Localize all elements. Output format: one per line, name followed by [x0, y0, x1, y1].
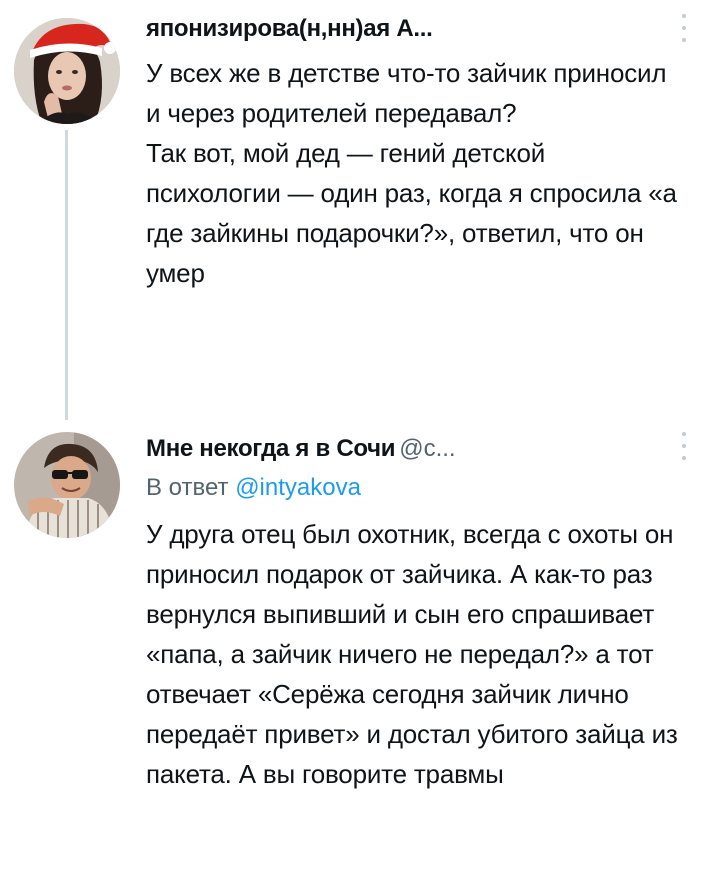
- avatar-user-1[interactable]: [14, 18, 120, 124]
- more-options-icon[interactable]: [678, 14, 690, 42]
- tweet-header: японизирова(н,нн)ая А...: [146, 12, 680, 46]
- reply-to-line: В ответ @intyakova: [146, 470, 680, 506]
- reply-to-mention-link[interactable]: @intyakova: [235, 474, 361, 501]
- display-name[interactable]: японизирова(н,нн)ая А...: [146, 15, 433, 42]
- tweet-text: У друга отец был охотник, всегда с охоты…: [146, 514, 680, 794]
- tweet-text: У всех же в детстве что-то зайчик принос…: [146, 53, 680, 293]
- tweet-content: японизирова(н,нн)ая А... У всех же в дет…: [146, 12, 680, 293]
- tweet-paragraph: У друга отец был охотник, всегда с охоты…: [146, 519, 678, 789]
- sunglasses-man-avatar-icon: [14, 432, 120, 538]
- thread-connector-line: [65, 130, 68, 420]
- santa-hat-avatar-icon: [14, 18, 120, 124]
- tweet-header: Мне некогда я в Сочи @с...: [146, 432, 680, 466]
- tweet-paragraph: У всех же в детстве что-то зайчик принос…: [146, 58, 667, 128]
- display-name[interactable]: Мне некогда я в Сочи: [146, 435, 396, 462]
- tweet-paragraph: Так вот, мой дед — гений детской психоло…: [146, 138, 677, 288]
- reply-to-prefix: В ответ: [146, 474, 229, 501]
- avatar-user-2[interactable]: [14, 432, 120, 538]
- user-handle[interactable]: @с...: [399, 435, 455, 462]
- tweet-2[interactable]: Мне некогда я в Сочи @с... В ответ @intya…: [0, 420, 720, 895]
- tweet-1[interactable]: японизирова(н,нн)ая А... У всех же в дет…: [0, 0, 720, 420]
- tweet-content: Мне некогда я в Сочи @с... В ответ @intya…: [146, 432, 680, 794]
- more-options-icon[interactable]: [678, 432, 690, 460]
